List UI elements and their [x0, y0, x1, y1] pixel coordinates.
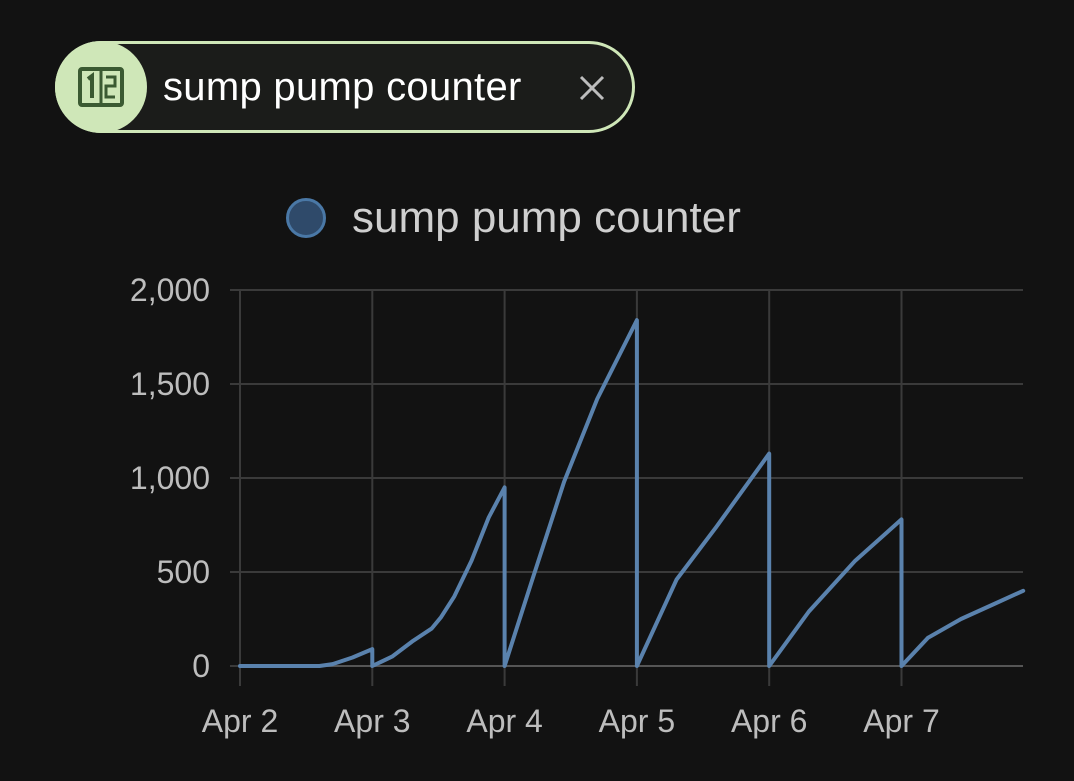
x-tick-label: Apr 3 — [334, 703, 410, 739]
history-panel: sump pump counter sump pump counter 0 500… — [0, 0, 1074, 781]
x-tick-label: Apr 4 — [466, 703, 542, 739]
x-tick-label: Apr 2 — [202, 703, 278, 739]
y-tick-label: 1,500 — [130, 366, 210, 402]
x-tick-label: Apr 6 — [731, 703, 807, 739]
y-tick-label: 0 — [192, 648, 210, 684]
x-tick-label: Apr 7 — [863, 703, 939, 739]
line-chart: 0 500 1,000 1,500 2,000 Apr 2 Apr 3 Apr 4 Apr 5 A… — [130, 272, 1026, 739]
x-tick-label: Apr 5 — [599, 703, 675, 739]
y-tick-label: 2,000 — [130, 272, 210, 308]
series-line-sump-pump-counter[interactable] — [238, 318, 1026, 668]
y-tick-label: 1,000 — [130, 460, 210, 496]
y-tick-label: 500 — [157, 554, 210, 590]
